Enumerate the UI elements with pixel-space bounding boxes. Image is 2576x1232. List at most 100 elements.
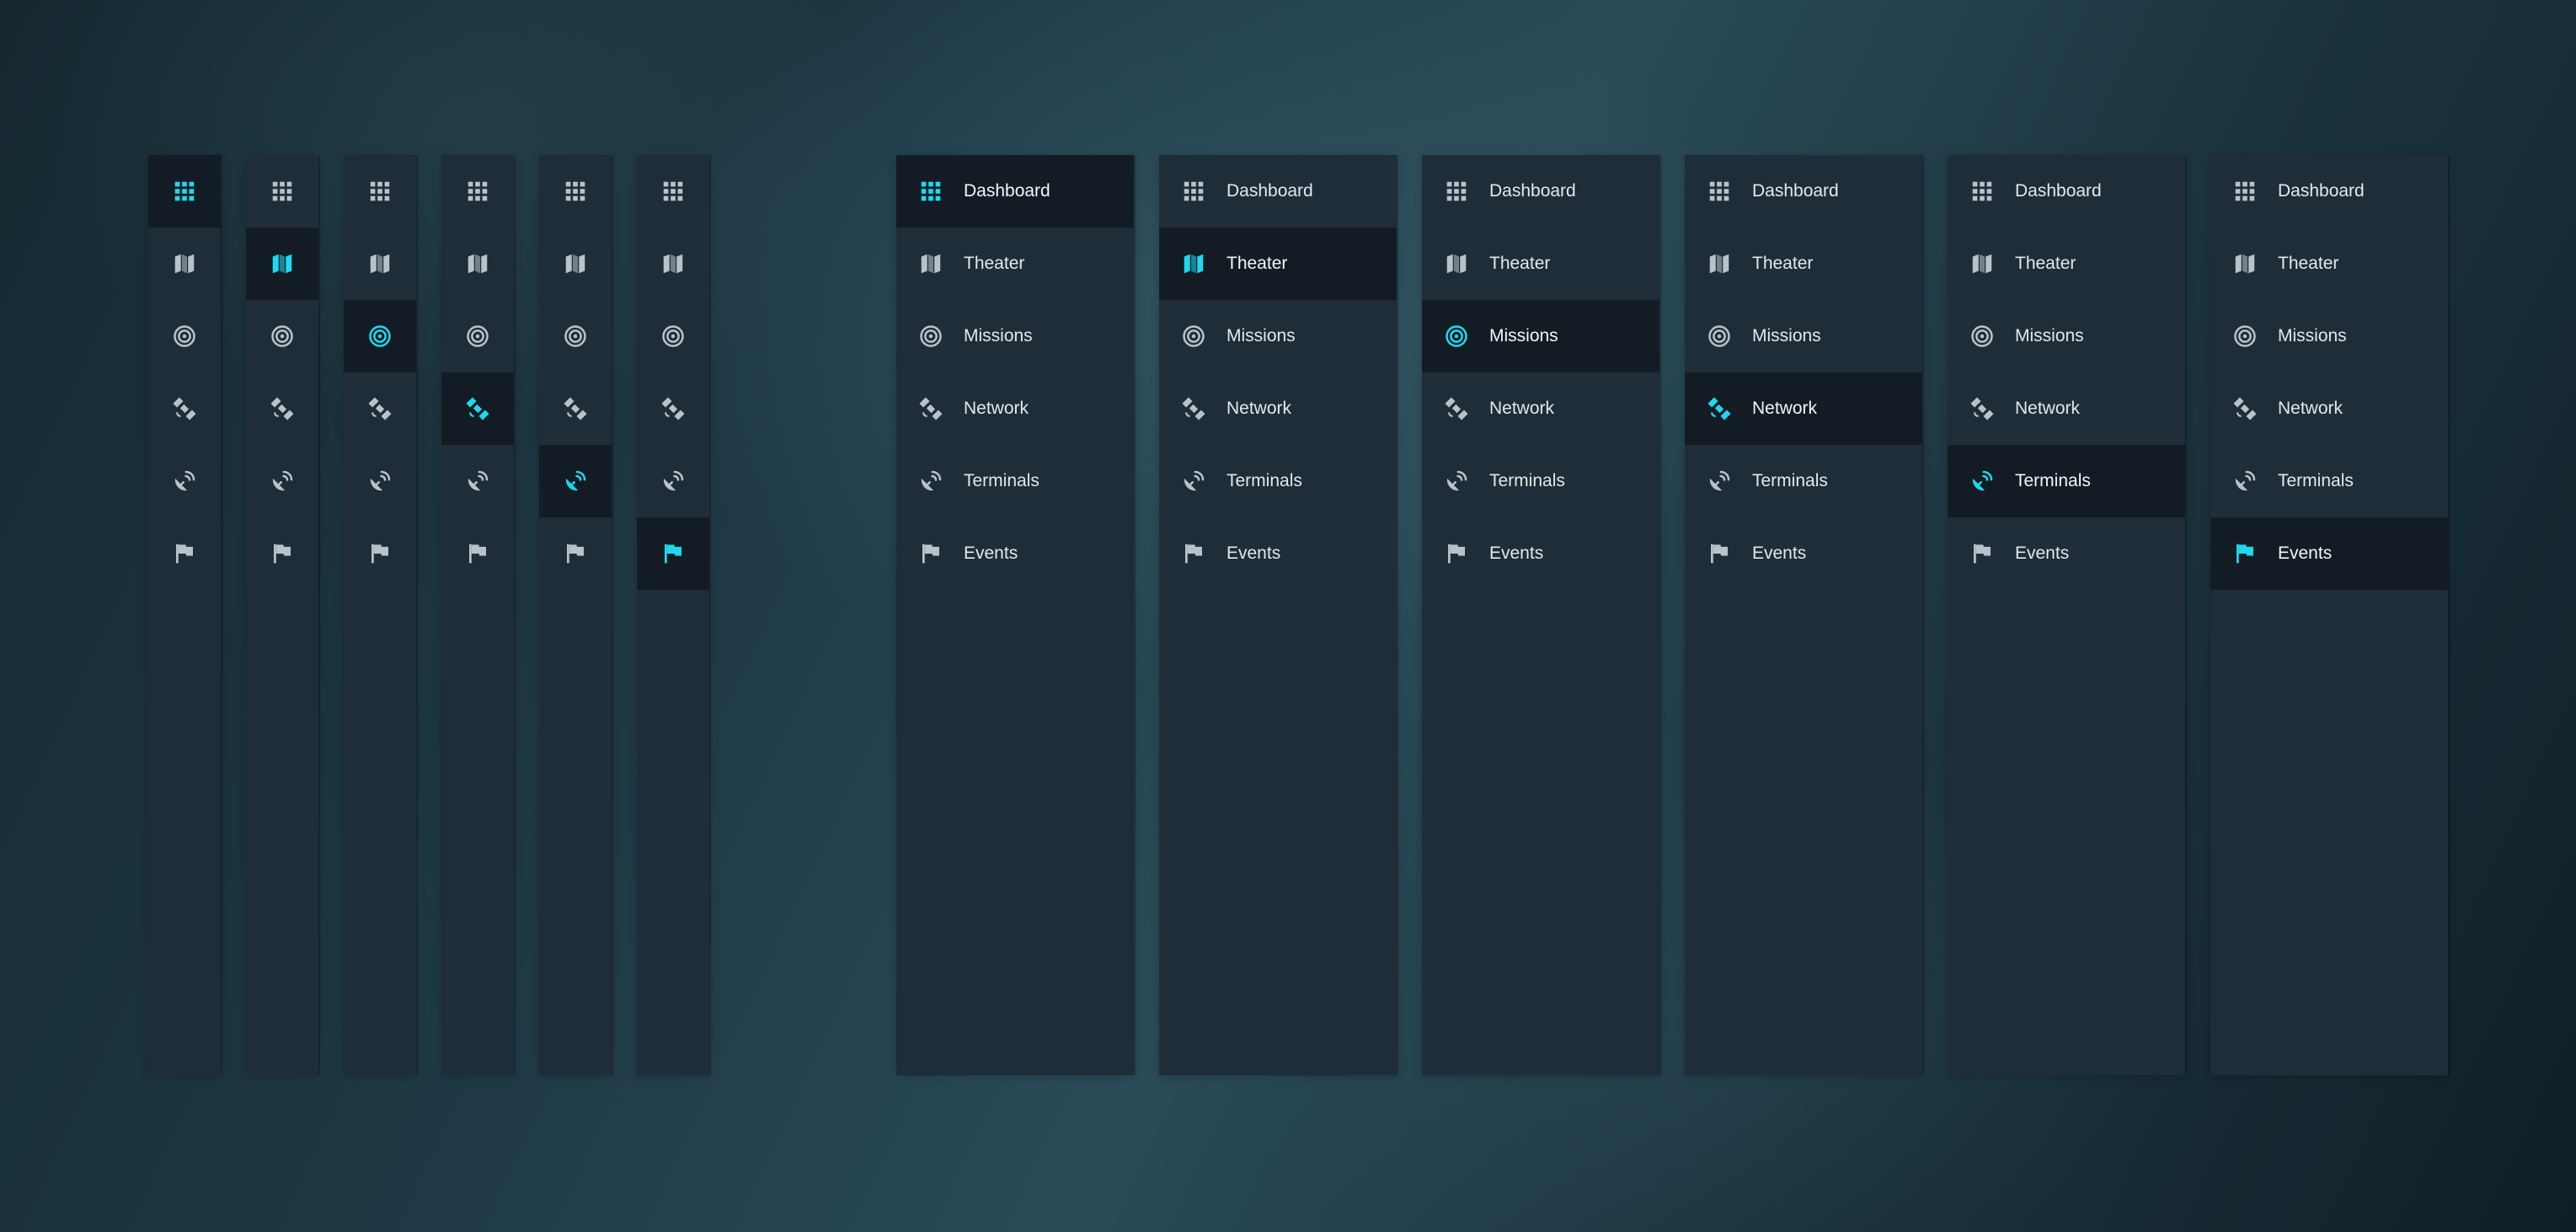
sidebar-item-label: Events xyxy=(1752,544,1807,563)
sidebar-item-network[interactable] xyxy=(637,372,709,445)
sidebar-item-dashboard[interactable] xyxy=(539,155,612,228)
satellite-dish-icon xyxy=(1181,469,1206,494)
sidebar-item-label: Events xyxy=(2015,544,2070,563)
flag-icon xyxy=(2232,541,2258,566)
sidebar-item-dashboard[interactable] xyxy=(148,155,221,228)
sidebar-item-events[interactable]: Events xyxy=(1422,517,1659,590)
satellite-dish-icon xyxy=(660,469,686,494)
sidebar-item-missions[interactable]: Missions xyxy=(1685,300,1922,372)
sidebar-item-network[interactable] xyxy=(246,372,318,445)
map-icon xyxy=(2232,251,2258,276)
sidebar-item-missions[interactable]: Missions xyxy=(896,300,1134,372)
collapsed-sidebar-events xyxy=(637,155,709,1075)
sidebar-item-theater[interactable] xyxy=(148,228,221,300)
sidebar-item-events[interactable] xyxy=(344,517,416,590)
flag-icon xyxy=(465,541,490,566)
satellite-dish-icon xyxy=(2232,469,2258,494)
satellite-dish-icon xyxy=(172,469,197,494)
sidebar-item-network[interactable]: Network xyxy=(1948,372,2185,445)
sidebar-item-events[interactable] xyxy=(441,517,514,590)
sidebar-item-events[interactable]: Events xyxy=(1948,517,2185,590)
sidebar-item-dashboard[interactable] xyxy=(441,155,514,228)
sidebar-item-theater[interactable]: Theater xyxy=(1159,228,1397,300)
grid-icon xyxy=(1707,179,1732,204)
sidebar-item-events[interactable]: Events xyxy=(896,517,1134,590)
satellite-dish-icon xyxy=(465,469,490,494)
sidebar-item-dashboard[interactable]: Dashboard xyxy=(1422,155,1659,228)
sidebar-item-terminals[interactable] xyxy=(246,445,318,517)
sidebar-item-missions[interactable]: Missions xyxy=(1159,300,1397,372)
sidebar-item-dashboard[interactable] xyxy=(246,155,318,228)
sidebar-item-terminals[interactable] xyxy=(441,445,514,517)
sidebar-item-dashboard[interactable]: Dashboard xyxy=(896,155,1134,228)
sidebar-item-label: Dashboard xyxy=(2278,181,2365,201)
sidebar-item-terminals[interactable] xyxy=(148,445,221,517)
sidebar-item-theater[interactable]: Theater xyxy=(1422,228,1659,300)
sidebar-item-terminals[interactable]: Terminals xyxy=(1422,445,1659,517)
grid-icon xyxy=(1444,179,1469,204)
map-icon xyxy=(1444,251,1469,276)
sidebar-item-label: Missions xyxy=(2278,326,2347,345)
sidebar-item-events[interactable]: Events xyxy=(2210,517,2448,590)
sidebar-item-theater[interactable]: Theater xyxy=(1685,228,1922,300)
sidebar-item-events[interactable] xyxy=(637,517,709,590)
sidebar-item-theater[interactable] xyxy=(539,228,612,300)
collapsed-sidebar-theater xyxy=(246,155,318,1075)
sidebar-item-missions[interactable] xyxy=(344,300,416,372)
sidebar-item-missions[interactable]: Missions xyxy=(2210,300,2448,372)
sidebar-item-network[interactable]: Network xyxy=(1685,372,1922,445)
satellite-dish-icon xyxy=(1707,469,1732,494)
sidebar-item-missions[interactable]: Missions xyxy=(1422,300,1659,372)
sidebar-item-network[interactable] xyxy=(344,372,416,445)
sidebar-item-missions[interactable] xyxy=(246,300,318,372)
flag-icon xyxy=(1707,541,1732,566)
sidebar-item-dashboard[interactable]: Dashboard xyxy=(1685,155,1922,228)
sidebar-item-dashboard[interactable]: Dashboard xyxy=(1948,155,2185,228)
sidebar-item-theater[interactable]: Theater xyxy=(896,228,1134,300)
sidebar-item-label: Events xyxy=(2278,544,2333,563)
sidebar-item-theater[interactable]: Theater xyxy=(2210,228,2448,300)
sidebar-item-dashboard[interactable]: Dashboard xyxy=(1159,155,1397,228)
sidebar-item-terminals[interactable]: Terminals xyxy=(1685,445,1922,517)
sidebar-item-terminals[interactable]: Terminals xyxy=(1948,445,2185,517)
sidebar-item-dashboard[interactable] xyxy=(637,155,709,228)
sidebar-item-terminals[interactable] xyxy=(539,445,612,517)
sidebar-item-theater[interactable] xyxy=(344,228,416,300)
sidebar-item-dashboard[interactable]: Dashboard xyxy=(2210,155,2448,228)
sidebar-item-label: Theater xyxy=(964,254,1025,273)
sidebar-item-theater[interactable] xyxy=(637,228,709,300)
sidebar-item-terminals[interactable] xyxy=(637,445,709,517)
satellite-icon xyxy=(2232,396,2258,421)
sidebar-item-theater[interactable] xyxy=(246,228,318,300)
sidebar-item-events[interactable] xyxy=(539,517,612,590)
sidebar-item-network[interactable]: Network xyxy=(896,372,1134,445)
sidebar-item-label: Theater xyxy=(1752,254,1814,273)
sidebar-item-events[interactable] xyxy=(148,517,221,590)
sidebar-item-events[interactable]: Events xyxy=(1685,517,1922,590)
sidebar-item-terminals[interactable] xyxy=(344,445,416,517)
sidebar-item-events[interactable]: Events xyxy=(1159,517,1397,590)
satellite-icon xyxy=(367,396,393,421)
sidebar-item-missions[interactable] xyxy=(539,300,612,372)
sidebar-item-theater[interactable]: Theater xyxy=(1948,228,2185,300)
grid-icon xyxy=(660,179,686,204)
sidebar-item-terminals[interactable]: Terminals xyxy=(2210,445,2448,517)
sidebar-item-events[interactable] xyxy=(246,517,318,590)
sidebar-item-dashboard[interactable] xyxy=(344,155,416,228)
sidebar-item-network[interactable] xyxy=(539,372,612,445)
sidebar-item-missions[interactable] xyxy=(441,300,514,372)
sidebar-item-terminals[interactable]: Terminals xyxy=(1159,445,1397,517)
sidebar-item-network[interactable] xyxy=(441,372,514,445)
grid-icon xyxy=(1181,179,1206,204)
sidebar-item-missions[interactable] xyxy=(148,300,221,372)
sidebar-item-label: Network xyxy=(1227,399,1292,418)
sidebar-item-missions[interactable]: Missions xyxy=(1948,300,2185,372)
sidebar-item-missions[interactable] xyxy=(637,300,709,372)
sidebar-item-network[interactable]: Network xyxy=(2210,372,2448,445)
map-icon xyxy=(563,251,588,276)
sidebar-item-network[interactable] xyxy=(148,372,221,445)
sidebar-item-terminals[interactable]: Terminals xyxy=(896,445,1134,517)
sidebar-item-network[interactable]: Network xyxy=(1159,372,1397,445)
sidebar-item-theater[interactable] xyxy=(441,228,514,300)
sidebar-item-network[interactable]: Network xyxy=(1422,372,1659,445)
